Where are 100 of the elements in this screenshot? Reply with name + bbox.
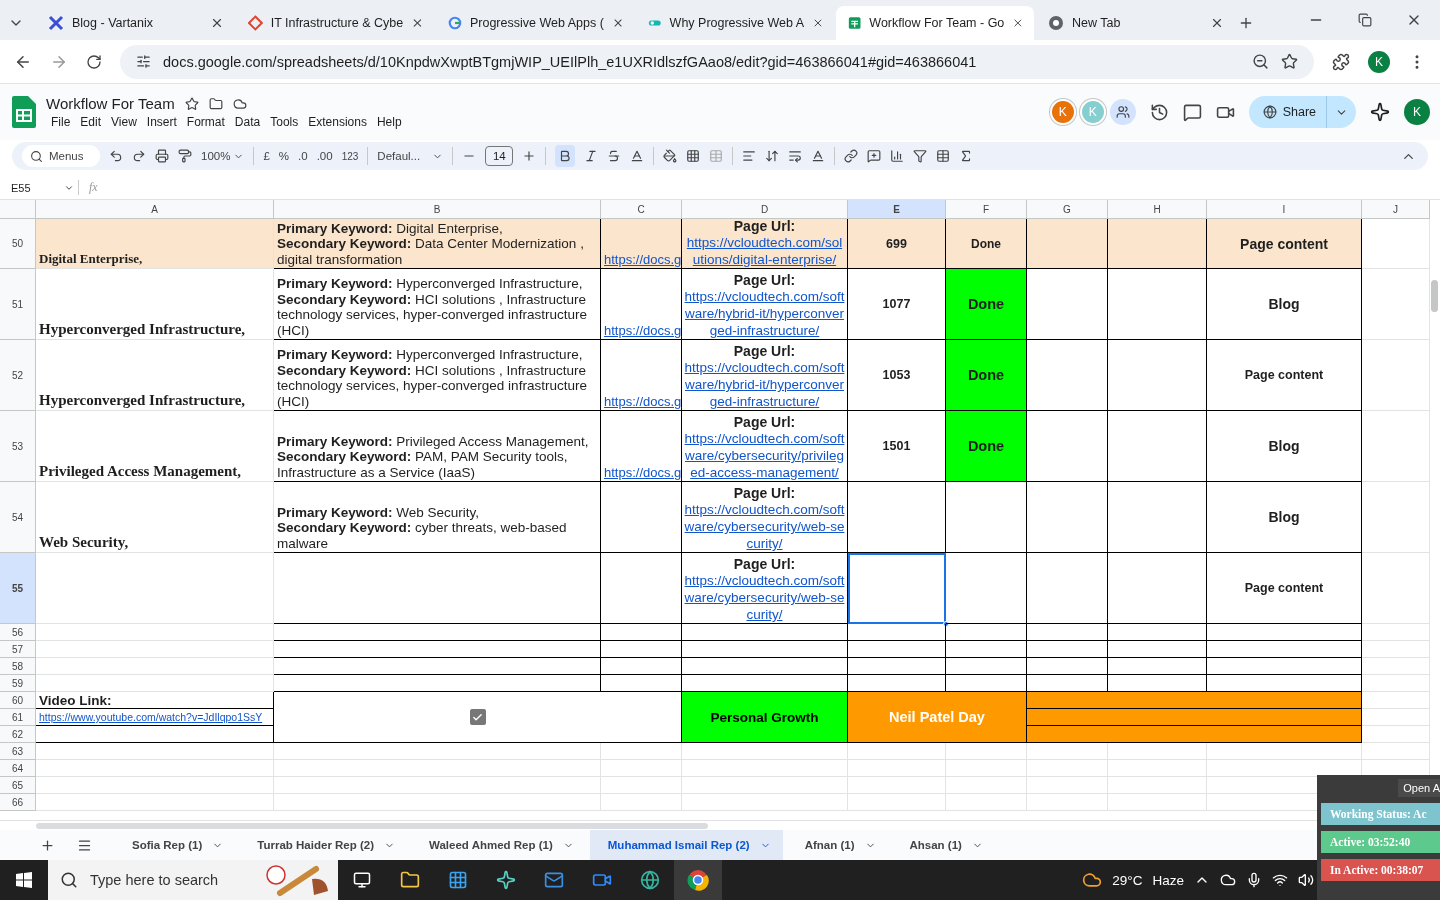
column-header[interactable]: C bbox=[601, 200, 682, 219]
active-time: Active: 03:52:40 bbox=[1321, 831, 1440, 853]
row-number[interactable]: 53 bbox=[0, 411, 36, 482]
column-header[interactable]: H bbox=[1108, 200, 1207, 219]
column-header[interactable]: J bbox=[1362, 200, 1430, 219]
column-header[interactable]: B bbox=[274, 200, 601, 219]
row-number[interactable]: 52 bbox=[0, 340, 36, 411]
sheet-tab[interactable]: Muhammad Ismail Rep (2) bbox=[589, 830, 783, 860]
table-cell: Primary Keyword: Web Security, Secondary Keyword: cyber threats, web-based malware bbox=[274, 482, 601, 553]
function-label: fx bbox=[78, 180, 98, 195]
video-link[interactable]: https://www.youtube.com/watch?v=JdIlqpo1SsY bbox=[39, 711, 263, 723]
table-cell: Web Security, bbox=[36, 482, 274, 553]
tab-title: Progressive Web Apps ( bbox=[469, 16, 604, 30]
column-header[interactable]: F bbox=[946, 200, 1027, 219]
row-number[interactable]: 54 bbox=[0, 482, 36, 553]
tab-title: Blog - Vartanix bbox=[72, 16, 155, 30]
tab-title: Why Progressive Web A bbox=[669, 16, 805, 30]
menu-item[interactable]: Extensions bbox=[303, 115, 372, 129]
status-cell: Done bbox=[946, 269, 1027, 340]
browser-tab[interactable]: New Tab bbox=[1036, 6, 1234, 40]
link[interactable]: https://docs.g bbox=[604, 394, 682, 410]
sheet-tab[interactable]: Afnan (1) bbox=[786, 830, 888, 860]
page-url-label: Page Url: bbox=[733, 485, 796, 501]
temperature: 29°C bbox=[1112, 872, 1143, 888]
page-url-label: Page Url: bbox=[733, 272, 796, 288]
page-url-label: Page Url: bbox=[733, 218, 796, 234]
row-number[interactable]: 57 bbox=[0, 641, 36, 658]
table-cell: Privileged Access Management, bbox=[36, 411, 274, 482]
page-url-link[interactable]: https://vcloudtech.com/software/cybersecurity/web-security/ bbox=[684, 501, 845, 552]
column-header[interactable]: E bbox=[848, 200, 946, 219]
menu-item[interactable]: File bbox=[46, 115, 76, 129]
name-box[interactable]: E55 bbox=[0, 181, 78, 194]
column-header[interactable]: D bbox=[682, 200, 848, 219]
column-header[interactable]: A bbox=[36, 200, 274, 219]
menu-item[interactable]: Insert bbox=[141, 115, 182, 129]
browser-tab[interactable]: Blog - Vartanix bbox=[36, 6, 234, 40]
row-number[interactable]: 55 bbox=[0, 553, 36, 624]
row-number[interactable]: 66 bbox=[0, 794, 36, 811]
browser-tab[interactable]: IT Infrastructure & Cybe bbox=[236, 6, 434, 40]
table-cell: Blog bbox=[1207, 482, 1362, 553]
number-format-button[interactable]: 123 bbox=[341, 150, 359, 162]
sheet-tab[interactable]: Ahsan (1) bbox=[891, 830, 995, 860]
row-number[interactable]: 62 bbox=[0, 726, 36, 743]
menu-item[interactable]: Format bbox=[181, 115, 230, 129]
menu-item[interactable]: Data bbox=[229, 115, 266, 129]
profile-avatar[interactable]: K bbox=[1368, 50, 1390, 73]
table-cell: Primary Keyword: Hyperconverged Infrastructure, Secondary Keyword: HCI solutions , Infrastructure technology services, hyper-converged infrastructure (HCI) bbox=[274, 269, 601, 340]
page-url-link[interactable]: https://vcloudtech.com/solutions/digital-enterprise/ bbox=[684, 234, 845, 268]
menu-search-field[interactable]: Menus bbox=[22, 145, 100, 167]
open-button[interactable]: Open A bbox=[1398, 779, 1440, 797]
page-url-link[interactable]: https://vcloudtech.com/software/cybersecurity/privileged-access-management/ bbox=[684, 430, 845, 481]
table-cell: Hyperconverged Infrastructure, bbox=[36, 269, 274, 340]
page-url-link[interactable]: https://vcloudtech.com/software/hybrid-it/hyperconverged-infrastructure/ bbox=[684, 288, 845, 339]
font-size-field[interactable]: 14 bbox=[485, 146, 514, 166]
link[interactable]: https://docs.g bbox=[604, 323, 682, 339]
table-cell: Blog bbox=[1207, 411, 1362, 482]
sheet-tab[interactable]: Turrab Haider Rep (2) bbox=[239, 830, 408, 860]
row-number[interactable]: 60 bbox=[0, 692, 36, 709]
row-number[interactable]: 59 bbox=[0, 675, 36, 692]
column-header[interactable]: I bbox=[1207, 200, 1362, 219]
browser-tab[interactable]: Workflow For Team - Go bbox=[836, 6, 1034, 40]
sheet-tab[interactable]: Waleed Ahmed Rep (1) bbox=[411, 830, 586, 860]
row-number[interactable]: 56 bbox=[0, 624, 36, 641]
inactive-time: In Active: 00:38:07 bbox=[1321, 859, 1440, 881]
percent-button[interactable]: % bbox=[278, 150, 290, 162]
document-title[interactable]: Workflow For Team bbox=[46, 95, 175, 112]
status-cell: Done bbox=[946, 219, 1027, 269]
page-url-label: Page Url: bbox=[733, 414, 796, 430]
page-url-link[interactable]: https://vcloudtech.com/software/hybrid-it/hyperconverged-infrastructure/ bbox=[684, 359, 845, 410]
row-number[interactable]: 51 bbox=[0, 269, 36, 340]
address-bar[interactable]: docs.google.com/spreadsheets/d/10KnpdwXwptBTgmjWIP_UEIlPlh_e1UXRIdlszfGAao8/edit?gid=463866041#gid=463866041 bbox=[120, 44, 1314, 79]
decrease-decimal-button[interactable]: .0 bbox=[298, 150, 308, 162]
share-button[interactable]: Share bbox=[1248, 96, 1356, 128]
taskbar-search-field[interactable]: Type here to search bbox=[48, 860, 338, 900]
row-number[interactable]: 58 bbox=[0, 658, 36, 675]
menu-item[interactable]: Edit bbox=[75, 115, 107, 129]
row-number[interactable]: 65 bbox=[0, 777, 36, 794]
link[interactable]: https://docs.g bbox=[604, 465, 682, 481]
browser-tab[interactable]: Why Progressive Web A bbox=[636, 6, 834, 40]
sheet-tab[interactable]: Sofia Rep (1) bbox=[114, 830, 236, 860]
row-number[interactable]: 64 bbox=[0, 760, 36, 777]
profile-avatar[interactable]: K bbox=[1404, 99, 1430, 125]
menu-item[interactable]: View bbox=[106, 115, 142, 129]
column-header[interactable]: G bbox=[1027, 200, 1108, 219]
font-select[interactable]: Defaul... bbox=[377, 150, 444, 162]
menu-item[interactable]: Tools bbox=[265, 115, 304, 129]
row-number[interactable]: 63 bbox=[0, 743, 36, 760]
menu-item[interactable]: Help bbox=[371, 115, 407, 129]
page-url-label: Page Url: bbox=[733, 556, 796, 572]
browser-tab[interactable]: Progressive Web Apps ( bbox=[436, 6, 634, 40]
page-url-label: Page Url: bbox=[733, 343, 796, 359]
table-cell: Page content bbox=[1207, 553, 1362, 624]
row-number[interactable]: 50 bbox=[0, 219, 36, 269]
zoom-select[interactable]: 100% bbox=[201, 150, 245, 162]
currency-button[interactable]: £ bbox=[263, 150, 270, 162]
weather-text: Haze bbox=[1152, 872, 1184, 888]
row-number[interactable]: 61 bbox=[0, 709, 36, 726]
increase-decimal-button[interactable]: .00 bbox=[316, 150, 333, 162]
link[interactable]: https://docs.g bbox=[604, 252, 682, 268]
page-url-link[interactable]: https://vcloudtech.com/software/cybersecurity/web-security/ bbox=[684, 572, 845, 623]
